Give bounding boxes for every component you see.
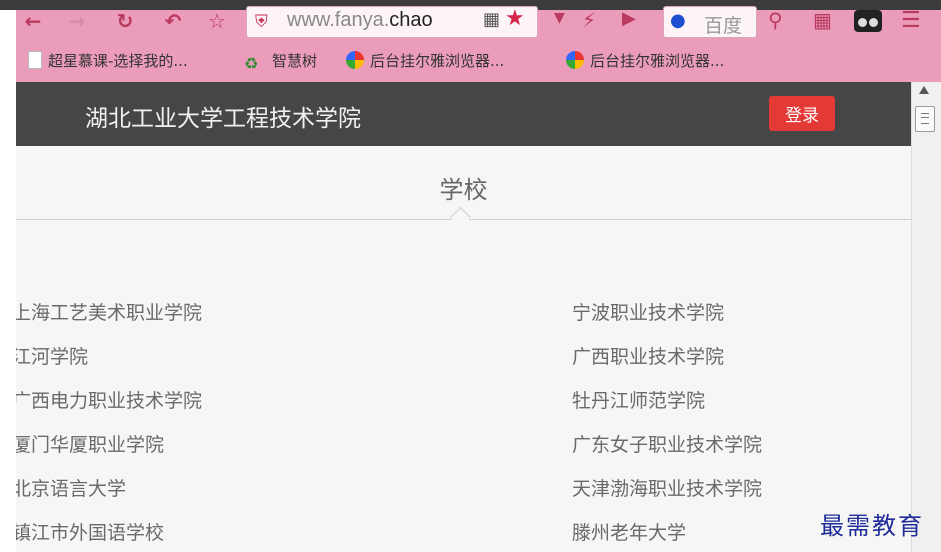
- avatar-icon[interactable]: [854, 10, 882, 32]
- bookmarks-bar: 超星慕课-选择我的... ♻ 智慧树 后台挂尔雅浏览器... 后台挂尔雅浏览器..…: [16, 48, 941, 74]
- school-link[interactable]: 镇江市外国语学校: [16, 518, 164, 545]
- school-link[interactable]: 北京语言大学: [16, 474, 126, 501]
- bookmark-item[interactable]: 后台挂尔雅浏览器...: [346, 48, 504, 74]
- shield-icon: ⛨: [255, 12, 268, 32]
- scroll-up-arrow-icon[interactable]: [919, 86, 929, 94]
- apps-icon[interactable]: ▦: [813, 8, 832, 32]
- site-header: 湖北工业大学工程技术学院 登录: [16, 82, 911, 146]
- school-link[interactable]: 厦门华厦职业学院: [16, 430, 164, 457]
- address-bar[interactable]: ⛨ www.fanya.chao ▦ ★: [246, 6, 538, 38]
- paw-icon[interactable]: ●: [670, 10, 686, 31]
- school-list-section: 学校 上海工艺美术职业学院 江河学院 广西电力职业技术学院 厦门华厦职业学院 北…: [16, 146, 911, 552]
- divider-caret: [449, 206, 472, 229]
- bookmark-item[interactable]: 超星慕课-选择我的...: [28, 48, 188, 74]
- bookmark-item[interactable]: ♻ 智慧树: [244, 48, 317, 74]
- address-text[interactable]: www.fanya.chao: [287, 9, 433, 32]
- school-link[interactable]: 广东女子职业技术学院: [572, 430, 762, 457]
- school-link[interactable]: 广西电力职业技术学院: [16, 386, 202, 413]
- play-icon[interactable]: ▶: [622, 8, 636, 29]
- qr-code-icon[interactable]: ▦: [483, 9, 500, 30]
- back-arrow-icon[interactable]: ←: [20, 10, 46, 32]
- scroll-thumb[interactable]: [915, 106, 935, 132]
- magnifier-icon[interactable]: ⚲: [768, 8, 783, 32]
- colorful-icon: [346, 51, 364, 69]
- school-link[interactable]: 宁波职业技术学院: [572, 298, 724, 325]
- login-button[interactable]: 登录: [769, 96, 835, 131]
- forward-arrow-icon[interactable]: →: [64, 10, 90, 32]
- school-link[interactable]: 滕州老年大学: [572, 518, 686, 545]
- bookmark-item[interactable]: 后台挂尔雅浏览器...: [566, 48, 724, 74]
- star-outline-icon[interactable]: ☆: [204, 10, 230, 32]
- refresh-icon[interactable]: ↻: [112, 10, 138, 32]
- menu-icon[interactable]: ☰: [901, 8, 921, 33]
- bolt-icon[interactable]: ⚡: [582, 8, 596, 32]
- school-link[interactable]: 上海工艺美术职业学院: [16, 298, 202, 325]
- school-link[interactable]: 天津渤海职业技术学院: [572, 474, 762, 501]
- tree-icon: ♻: [244, 54, 259, 73]
- watermark: 最需教育: [820, 512, 924, 540]
- vertical-scrollbar[interactable]: [911, 82, 941, 552]
- browser-toolbar: ← → ↻ ↶ ☆ ⛨ www.fanya.chao ▦ ★ ▼ ⚡ ▶ ● 百…: [16, 6, 941, 82]
- section-title: 学校: [439, 176, 488, 204]
- school-link[interactable]: 牡丹江师范学院: [572, 386, 705, 413]
- colorful-icon: [566, 51, 584, 69]
- site-title[interactable]: 湖北工业大学工程技术学院: [85, 99, 361, 133]
- search-input[interactable]: 百度: [704, 11, 742, 38]
- star-icon[interactable]: ★: [505, 6, 525, 31]
- undo-icon[interactable]: ↶: [160, 10, 186, 32]
- search-box[interactable]: ● 百度: [663, 6, 757, 38]
- school-link[interactable]: 江河学院: [16, 342, 88, 369]
- school-link[interactable]: 广西职业技术学院: [572, 342, 724, 369]
- dropdown-icon[interactable]: ▼: [554, 10, 565, 26]
- page-icon: [28, 51, 42, 69]
